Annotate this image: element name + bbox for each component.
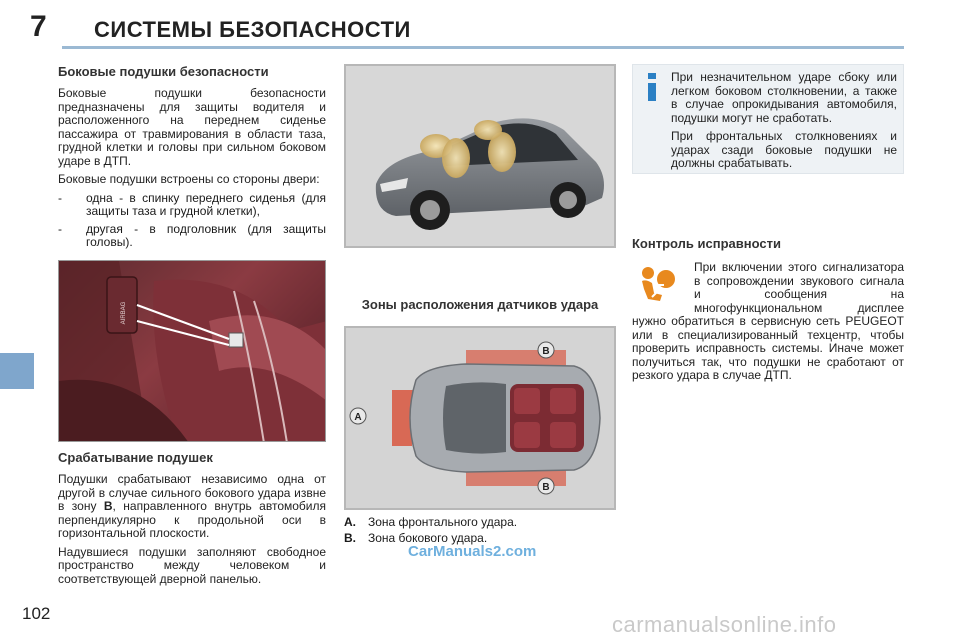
info-paragraph-2: При фронтальных столкновениях и ударах с… — [671, 129, 897, 170]
deployment-heading: Срабатывание подушек — [58, 450, 213, 465]
zones-legend: A. Зона фронтального удара. B. Зона боково… — [344, 514, 616, 546]
zone-a-marker: A — [349, 407, 367, 425]
zone-b-label-top: B — [542, 346, 549, 357]
chapter-number: 7 — [30, 10, 47, 43]
header-rule — [62, 46, 904, 49]
chapter-side-tab — [0, 353, 34, 389]
car-airbag-photo — [344, 64, 616, 248]
legend-text: Зона фронтального удара. — [368, 515, 518, 529]
watermark-carmanuals2: CarManuals2.com — [408, 543, 537, 560]
sensor-zones-diagram: A B B — [344, 326, 616, 510]
check-section: Контроль исправности При включении этого… — [632, 236, 904, 383]
side-airbags-paragraph-2: Боковые подушки встроены со стороны двер… — [58, 172, 320, 186]
bullet-text: одна - в спинку переднего сиденья (для з… — [86, 190, 326, 218]
zones-caption: Зоны расположения датчиков удара — [361, 297, 599, 312]
zone-b-label-bottom: B — [542, 482, 549, 493]
info-paragraph-1: При незначительном ударе сбоку или легко… — [671, 70, 897, 125]
check-content: При включении этого сигнализатора в сопр… — [632, 260, 904, 383]
legend-key: A. — [344, 515, 356, 529]
legend-row: A. Зона фронтального удара. — [344, 514, 616, 530]
seat-airbag-photo: AIRBAG — [58, 260, 326, 442]
info-box: При незначительном ударе сбоку или легко… — [632, 64, 904, 174]
bullet-item: - одна - в спинку переднего сиденья (для … — [58, 190, 326, 218]
side-airbags-bullets: - одна - в спинку переднего сиденья (для … — [58, 190, 326, 250]
legend-key: B. — [344, 531, 356, 545]
zone-b-marker-top: B — [537, 341, 555, 359]
deployment-paragraph-2: Надувшиеся подушки заполняют свободное п… — [58, 544, 326, 586]
deployment-paragraph-1: Подушки срабатывают независимо одна от д… — [58, 472, 326, 541]
watermark-carmanualsonline: carmanualsonline.info — [612, 612, 837, 637]
zone-b-marker-bottom: B — [537, 477, 555, 495]
seat-photo-tag: AIRBAG — [121, 301, 127, 324]
check-heading: Контроль исправности — [632, 236, 781, 251]
info-text: При незначительном ударе сбоку или легко… — [671, 70, 897, 171]
bullet-text: другая - в подголовник (для защиты голов… — [86, 221, 326, 249]
bullet-item: - другая - в подголовник (для защиты голо… — [58, 221, 326, 249]
side-airbags-paragraph-1: Боковые подушки безопасности предназначе… — [58, 86, 326, 168]
info-icon — [648, 73, 656, 101]
side-airbags-section: Боковые подушки безопасности Боковые под… — [58, 64, 326, 254]
deployment-zone-label: B — [103, 499, 113, 513]
zone-a-label: A — [354, 412, 361, 423]
side-airbags-heading: Боковые подушки безопасности — [58, 64, 269, 79]
deployment-section: Срабатывание подушек Подушки срабатывают… — [58, 450, 326, 586]
page-number: 102 — [22, 604, 51, 623]
chapter-title: СИСТЕМЫ БЕЗОПАСНОСТИ — [94, 17, 411, 42]
airbag-warning-icon — [642, 267, 675, 301]
